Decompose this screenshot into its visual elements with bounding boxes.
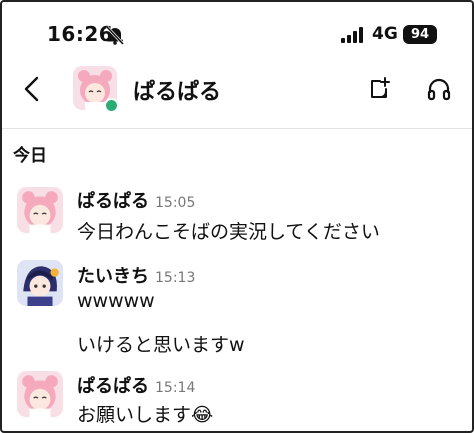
message-text: お願いします😂	[77, 404, 214, 426]
battery-indicator: 94	[403, 25, 437, 44]
message-author[interactable]: ぱるぱる 15:05	[77, 187, 195, 213]
message-text: いけると思いますw	[77, 334, 245, 356]
message-author[interactable]: ぱるぱる 15:14	[77, 372, 195, 398]
avatar[interactable]	[17, 371, 63, 417]
message-timestamp: 15:13	[155, 270, 196, 286]
bell-muted-icon	[105, 25, 125, 46]
network-type: 4G	[372, 24, 398, 44]
status-bar: 16:26 4G 94	[0, 0, 474, 64]
back-chevron-icon[interactable]	[20, 75, 44, 103]
canvas-add-icon[interactable]	[366, 76, 392, 102]
message-author[interactable]: たいきち 15:13	[77, 262, 195, 288]
header-divider	[0, 128, 474, 129]
message-timestamp: 15:14	[155, 380, 196, 396]
signal-icon	[341, 27, 363, 43]
channel-title[interactable]: ぱるぱる	[133, 74, 221, 106]
presence-indicator	[104, 98, 119, 113]
message-text: wwwww	[77, 290, 155, 312]
message-timestamp: 15:05	[155, 195, 196, 211]
avatar[interactable]	[17, 187, 63, 233]
date-divider: 今日	[13, 146, 47, 166]
message-text: 今日わんこそばの実況してください	[77, 221, 380, 243]
avatar[interactable]	[17, 260, 63, 306]
headphones-icon[interactable]	[426, 76, 452, 102]
channel-header: ぱるぱる	[0, 62, 474, 120]
